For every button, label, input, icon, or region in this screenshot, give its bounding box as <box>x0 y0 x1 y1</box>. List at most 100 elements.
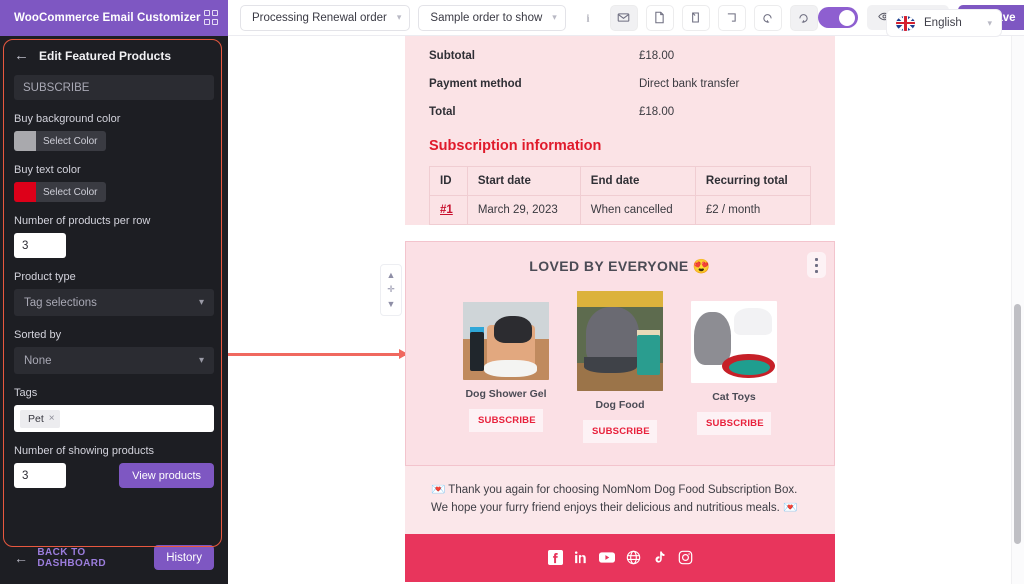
app-brand: WooCommerce Email Customizer <box>0 0 228 36</box>
buy-text-color-swatch <box>14 182 36 202</box>
tags-input[interactable]: Pet × <box>14 405 214 432</box>
column-header-start-date: Start date <box>466 166 581 196</box>
buy-background-color-picker[interactable]: Select Color <box>14 131 106 151</box>
cell-id: #1 <box>429 195 468 225</box>
move-up-icon[interactable]: ▲ <box>387 270 396 280</box>
sorted-by-value: None <box>24 354 52 367</box>
product-name: Cat Toys <box>712 391 756 403</box>
table-row: #1 March 29, 2023 When cancelled £2 / mo… <box>429 195 812 225</box>
tags-label: Tags <box>14 387 38 399</box>
showing-products-label: Number of showing products <box>14 445 155 457</box>
column-header-end-date: End date <box>579 166 696 196</box>
email-type-value: Processing Renewal order <box>252 11 387 24</box>
thank-you-text: 💌 Thank you again for choosing NomNom Do… <box>405 466 835 534</box>
total-value: £18.00 <box>639 50 675 62</box>
featured-products-title: LOVED BY EVERYONE 😍 <box>529 258 711 274</box>
products-per-row-label: Number of products per row <box>14 215 151 227</box>
mobile-preview-icon[interactable] <box>681 4 710 31</box>
email-body: Subtotal £18.00 Payment method Direct ba… <box>405 36 835 582</box>
table-row: Subtotal £18.00 <box>429 42 811 70</box>
subscription-id-link[interactable]: #1 <box>440 204 453 216</box>
buy-background-color-label: Buy background color <box>14 113 121 125</box>
grid-icon[interactable] <box>203 10 218 25</box>
move-block-icon[interactable]: ✛ <box>387 285 395 294</box>
product-type-select[interactable]: Tag selections ▾ <box>14 289 214 316</box>
column-header-recurring-total: Recurring total <box>694 166 812 196</box>
tiktok-icon[interactable] <box>651 550 667 566</box>
order-totals-section: Subtotal £18.00 Payment method Direct ba… <box>405 36 835 225</box>
toolbar-tools: Processing Renewal order ▾ Sample order … <box>228 4 818 31</box>
button-text-input[interactable]: SUBSCRIBE <box>14 75 214 100</box>
buy-background-color-swatch <box>14 131 36 151</box>
products-per-row-input[interactable]: 3 <box>14 233 66 258</box>
website-globe-icon[interactable] <box>625 550 641 566</box>
buy-text-color-button-label: Select Color <box>43 186 98 198</box>
product-type-value: Tag selections <box>24 296 97 309</box>
cell-end-date: When cancelled <box>579 195 696 225</box>
move-down-icon[interactable]: ▼ <box>387 300 396 309</box>
sorted-by-label: Sorted by <box>14 329 62 341</box>
featured-products-grid: Dog Shower Gel SUBSCRIBE Dog Food SUBSCR… <box>424 291 816 443</box>
panel-header: ← Edit Featured Products <box>0 36 228 71</box>
panel-back-arrow-icon[interactable]: ← <box>14 48 29 63</box>
chevron-down-icon: ▾ <box>396 12 402 22</box>
table-header-row: ID Start date End date Recurring total <box>429 166 812 196</box>
subscription-table: ID Start date End date Recurring total #… <box>429 166 812 225</box>
total-key: Payment method <box>429 78 522 90</box>
product-card: Dog Shower Gel SUBSCRIBE <box>457 291 555 443</box>
sample-order-value: Sample order to show <box>430 11 543 24</box>
dog-food-photo <box>577 291 663 391</box>
tag-remove-icon[interactable]: × <box>49 413 55 424</box>
kebab-menu-icon[interactable] <box>807 252 826 278</box>
table-row: Payment method Direct bank transfer <box>429 70 811 98</box>
email-type-select[interactable]: Processing Renewal order ▾ <box>240 4 411 31</box>
tag-chip-label: Pet <box>28 412 44 425</box>
featured-products-block[interactable]: LOVED BY EVERYONE 😍 Dog Shower Gel SUBSC… <box>405 241 835 466</box>
canvas-scrollbar-track[interactable] <box>1011 36 1024 584</box>
instagram-icon[interactable] <box>677 550 693 566</box>
undo-icon[interactable] <box>753 4 782 31</box>
order-totals: Subtotal £18.00 Payment method Direct ba… <box>429 36 811 126</box>
showing-products-input[interactable]: 3 <box>14 463 66 488</box>
envelope-icon[interactable] <box>609 4 638 31</box>
sample-order-select[interactable]: Sample order to show ▾ <box>418 4 566 31</box>
buy-background-color-button-label: Select Color <box>43 135 98 147</box>
back-to-dashboard-label: BACK TO DASHBOARD <box>37 546 107 569</box>
view-products-button[interactable]: View products <box>119 463 214 488</box>
red-arrow-annotation <box>228 349 408 359</box>
chevron-down-icon: ▾ <box>198 297 204 308</box>
product-card: Cat Toys SUBSCRIBE <box>685 291 783 443</box>
language-label: English <box>924 17 962 29</box>
facebook-icon[interactable] <box>547 550 563 566</box>
product-card: Dog Food SUBSCRIBE <box>571 291 669 443</box>
total-value: Direct bank transfer <box>639 78 740 90</box>
back-to-dashboard-link[interactable]: ← BACK TO DASHBOARD <box>14 547 154 569</box>
product-subscribe-button[interactable]: SUBSCRIBE <box>697 412 771 435</box>
buy-text-color-label: Buy text color <box>14 164 81 176</box>
language-selector[interactable]: English ▾ <box>886 9 1002 37</box>
product-subscribe-button[interactable]: SUBSCRIBE <box>469 409 543 432</box>
redo-icon[interactable] <box>789 4 818 31</box>
app-title: WooCommerce Email Customizer <box>14 11 201 24</box>
table-row: Total £18.00 <box>429 98 811 126</box>
linkedin-icon[interactable] <box>573 550 589 566</box>
desktop-preview-icon[interactable] <box>717 4 746 31</box>
product-subscribe-button[interactable]: SUBSCRIBE <box>583 420 657 443</box>
email-preview-canvas: ▲ ✛ ▼ Subtotal £18.00 Payment method Dir… <box>228 36 1024 584</box>
total-value: £18.00 <box>639 106 675 118</box>
preview-mode-toggle[interactable] <box>817 7 858 28</box>
chevron-down-icon: ▾ <box>198 355 204 366</box>
cell-start-date: March 29, 2023 <box>466 195 581 225</box>
history-button[interactable]: History <box>154 545 214 570</box>
product-name: Dog Food <box>595 399 645 411</box>
cat-toys-photo <box>691 301 777 383</box>
sorted-by-select[interactable]: None ▾ <box>14 347 214 374</box>
info-icon[interactable]: i <box>573 4 602 31</box>
arrow-left-icon: ← <box>14 549 29 566</box>
youtube-icon[interactable] <box>599 550 615 566</box>
panel-body: SUBSCRIBE Buy background color Select Co… <box>0 71 228 539</box>
page-icon[interactable] <box>645 4 674 31</box>
canvas-scrollbar-thumb[interactable] <box>1014 304 1021 544</box>
buy-text-color-picker[interactable]: Select Color <box>14 182 106 202</box>
toggle-knob <box>839 9 856 26</box>
